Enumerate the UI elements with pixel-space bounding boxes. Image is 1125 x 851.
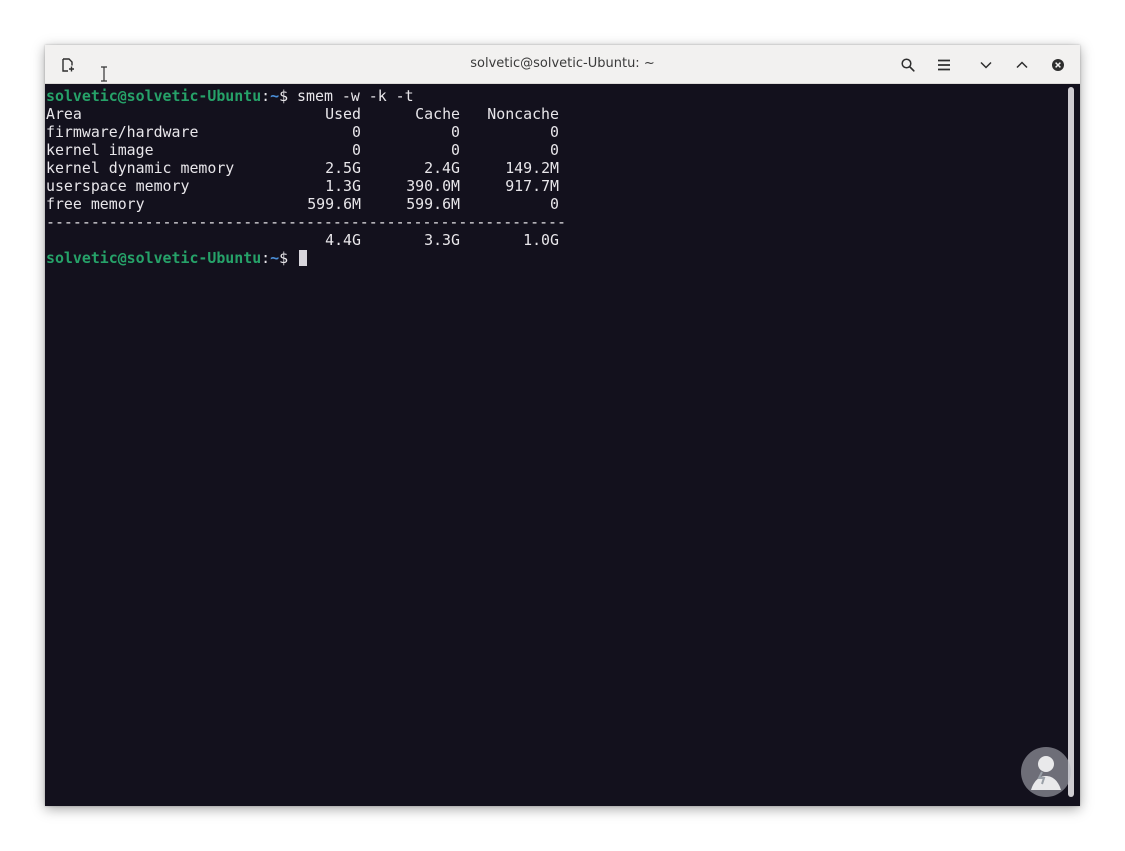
header-noncache: Noncache [487, 105, 559, 123]
row-cache: 2.4G [424, 159, 460, 177]
new-tab-icon[interactable] [55, 52, 81, 78]
row-noncache: 917.7M [505, 177, 559, 195]
totals-row: 4.4G 3.3G 1.0G [46, 231, 1065, 249]
row-area: free memory [46, 195, 145, 213]
command-line: solvetic@solvetic-Ubuntu:~$ smem -w -k -… [46, 87, 1065, 105]
prompt-user: solvetic@solvetic-Ubuntu [46, 87, 262, 105]
prompt-separator: : [261, 249, 271, 267]
window-title: solvetic@solvetic-Ubuntu: ~ [470, 56, 655, 71]
table-row: kernel image 0 0 0 [46, 141, 1065, 159]
close-icon[interactable] [1045, 52, 1071, 78]
row-noncache: 149.2M [505, 159, 559, 177]
row-used: 1.3G [325, 177, 361, 195]
row-used: 0 [352, 123, 361, 141]
row-cache: 0 [451, 141, 460, 159]
row-noncache: 0 [550, 141, 559, 159]
totals-noncache: 1.0G [523, 231, 559, 249]
solvetic-logo-icon [1020, 746, 1072, 798]
separator-line: ----------------------------------------… [46, 213, 566, 231]
prompt-separator: : [261, 87, 271, 105]
active-prompt-line[interactable]: solvetic@solvetic-Ubuntu:~$ [46, 249, 1065, 267]
prompt-path: ~ [270, 249, 280, 267]
row-cache: 0 [451, 123, 460, 141]
prompt-path: ~ [270, 87, 280, 105]
chevron-up-icon[interactable] [1009, 52, 1035, 78]
terminal-window: solvetic@solvetic-Ubuntu: ~ solvetic@sol… [45, 45, 1080, 806]
row-area: firmware/hardware [46, 123, 199, 141]
title-bar[interactable]: solvetic@solvetic-Ubuntu: ~ [45, 45, 1080, 84]
header-cache: Cache [415, 105, 460, 123]
prompt-symbol: $ [279, 87, 298, 105]
totals-cache: 3.3G [424, 231, 460, 249]
prompt-symbol: $ [279, 249, 298, 267]
row-used: 2.5G [325, 159, 361, 177]
row-area: kernel dynamic memory [46, 159, 235, 177]
chevron-down-icon[interactable] [973, 52, 999, 78]
text-cursor [299, 250, 308, 266]
row-used: 0 [352, 141, 361, 159]
row-noncache: 0 [550, 195, 559, 213]
row-cache: 599.6M [406, 195, 460, 213]
command-text: smem -w -k -t [297, 87, 414, 105]
prompt-user: solvetic@solvetic-Ubuntu [46, 249, 262, 267]
terminal-output[interactable]: solvetic@solvetic-Ubuntu:~$ smem -w -k -… [45, 84, 1065, 806]
row-used: 599.6M [307, 195, 361, 213]
header-area: Area [46, 105, 82, 123]
row-area: kernel image [46, 141, 154, 159]
table-row: userspace memory 1.3G 390.0M 917.7M [46, 177, 1065, 195]
search-icon[interactable] [895, 52, 921, 78]
row-cache: 390.0M [406, 177, 460, 195]
table-row: free memory 599.6M 599.6M 0 [46, 195, 1065, 213]
table-row: firmware/hardware 0 0 0 [46, 123, 1065, 141]
table-row: kernel dynamic memory 2.5G 2.4G 149.2M [46, 159, 1065, 177]
text-select-cursor-icon [100, 66, 108, 82]
row-area: userspace memory [46, 177, 190, 195]
hamburger-menu-icon[interactable] [931, 52, 957, 78]
table-header: Area Used Cache Noncache [46, 105, 1065, 123]
header-used: Used [325, 105, 361, 123]
totals-used: 4.4G [325, 231, 361, 249]
row-noncache: 0 [550, 123, 559, 141]
vertical-scrollbar[interactable] [1068, 87, 1074, 797]
